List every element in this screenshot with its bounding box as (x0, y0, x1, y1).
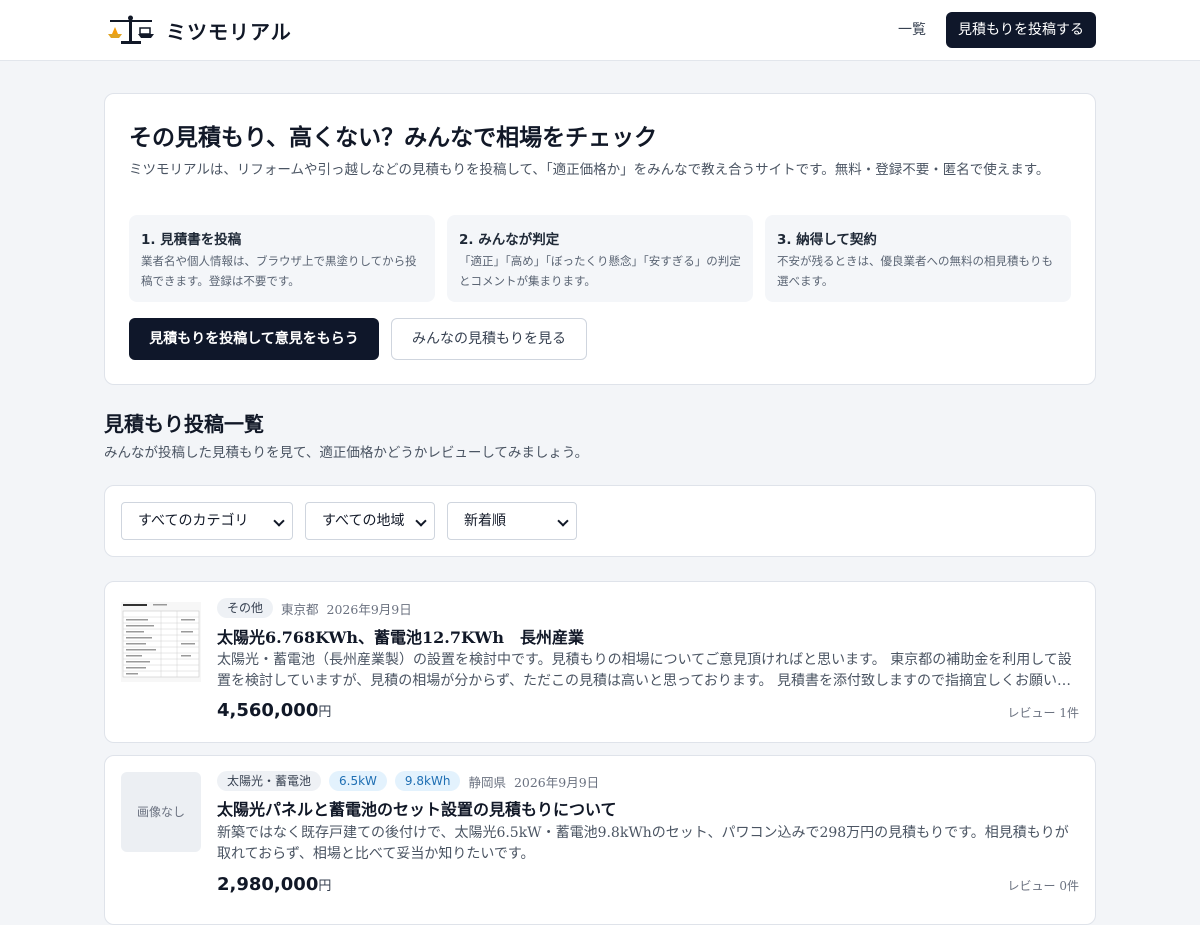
step-card-judge: 2. みんなが判定 「適正」「高め」「ぼったくり懸念」「安すぎる」の判定とコメン… (447, 215, 753, 302)
chevron-down-icon (273, 515, 285, 527)
step-card-post: 1. 見積書を投稿 業者名や個人情報は、ブラウザ上で黒塗りしてから投稿できます。… (129, 215, 435, 302)
step-title: 1. 見積書を投稿 (141, 232, 242, 248)
price-value: 4,560,000 (217, 700, 319, 721)
category-select[interactable]: すべてのカテゴリ (121, 502, 293, 540)
section-title: 見積もり投稿一覧 (104, 412, 264, 436)
step-title: 3. 納得して契約 (777, 232, 877, 248)
category-select-value: すべてのカテゴリ (138, 513, 249, 529)
step-description: 「適正」「高め」「ぼったくり懸念」「安すぎる」の判定とコメントが集まります。 (459, 254, 741, 288)
post-and-get-feedback-button[interactable]: 見積もりを投稿して意見をもらう (129, 318, 379, 360)
document-image-icon (121, 602, 201, 682)
sort-select-value: 新着順 (464, 513, 506, 529)
price-unit: 円 (318, 705, 332, 720)
nav-list-link[interactable]: 一覧 (886, 17, 938, 43)
category-badge: その他 (217, 598, 274, 618)
spec-badge: 6.5kW (329, 771, 387, 791)
site-logo[interactable]: ミツモリアル (104, 14, 292, 46)
section-description: みんなが投稿した見積もりを見て、適正価格かどうかレビューしてみましょう。 (104, 445, 589, 461)
scale-icon (108, 15, 154, 44)
filter-bar: すべてのカテゴリ すべての地域 新着順 (104, 485, 1096, 557)
chevron-down-icon (557, 515, 569, 527)
date-label: 2026年9月9日 (513, 774, 600, 790)
sort-select[interactable]: 新着順 (447, 502, 577, 540)
category-badge: 太陽光・蓄電池 (217, 771, 322, 791)
price-value: 2,980,000 (217, 874, 319, 895)
review-count: レビュー 1件 (1007, 706, 1079, 720)
post-estimate-button[interactable]: 見積もりを投稿する (946, 12, 1096, 48)
item-title[interactable]: 太陽光パネルと蓄電池のセット設置の見積もりについて (217, 796, 617, 820)
item-body: 太陽光・蓄電池（長州産業製）の設置を検討中です。見積もりの相場についてご意見頂け… (217, 652, 1072, 689)
date-label: 2026年9月9日 (326, 601, 412, 617)
price-unit: 円 (318, 879, 332, 894)
item-meta: その他 東京都 2026年9月9日 (217, 598, 420, 618)
view-all-estimates-button[interactable]: みんなの見積もりを見る (391, 318, 587, 360)
step-description: 不安が残るときは、優良業者への無料の相見積もりも選べます。 (777, 254, 1053, 288)
item-title[interactable]: 太陽光6.768KWh、蓄電池12.7KWh 長州産業 (217, 624, 584, 648)
region-label: 東京都 (281, 601, 319, 617)
hero-description: ミツモリアルは、リフォームや引っ越しなどの見積もりを投稿して、「適正価格か」をみ… (129, 162, 1050, 178)
no-image-placeholder: 画像なし (121, 772, 201, 852)
review-count: レビュー 0件 (1007, 879, 1079, 893)
step-card-contract: 3. 納得して契約 不安が残るときは、優良業者への無料の相見積もりも選べます。 (765, 215, 1071, 302)
estimate-document-thumbnail[interactable] (121, 602, 201, 682)
region-select-value: すべての地域 (322, 513, 405, 529)
item-price: 2,980,000円 (217, 874, 331, 895)
region-label: 静岡県 (468, 774, 506, 790)
list-item[interactable]: その他 東京都 2026年9月9日 太陽光6.768KWh、蓄電池12.7KWh… (104, 581, 1096, 743)
top-navigation-bar: ミツモリアル 一覧 見積もりを投稿する (0, 0, 1200, 61)
hero-card: その見積もり、高くない？みんなで相場をチェック ミツモリアルは、リフォームや引っ… (104, 93, 1096, 385)
item-price: 4,560,000円 (217, 700, 331, 721)
region-select[interactable]: すべての地域 (305, 502, 435, 540)
item-meta: 太陽光・蓄電池 6.5kW 9.8kWh 静岡県 2026年9月9日 (217, 771, 607, 791)
hero-title: その見積もり、高くない？みんなで相場をチェック (129, 124, 658, 151)
item-body: 新築ではなく既存戸建ての後付けで、太陽光6.5kW・蓄電池9.8kWhのセット、… (217, 825, 1069, 862)
spec-badge: 9.8kWh (394, 771, 461, 791)
step-title: 2. みんなが判定 (459, 232, 560, 248)
step-description: 業者名や個人情報は、ブラウザ上で黒塗りしてから投稿できます。登録は不要です。 (141, 254, 417, 288)
chevron-down-icon (415, 515, 427, 527)
site-name: ミツモリアル (166, 19, 292, 44)
